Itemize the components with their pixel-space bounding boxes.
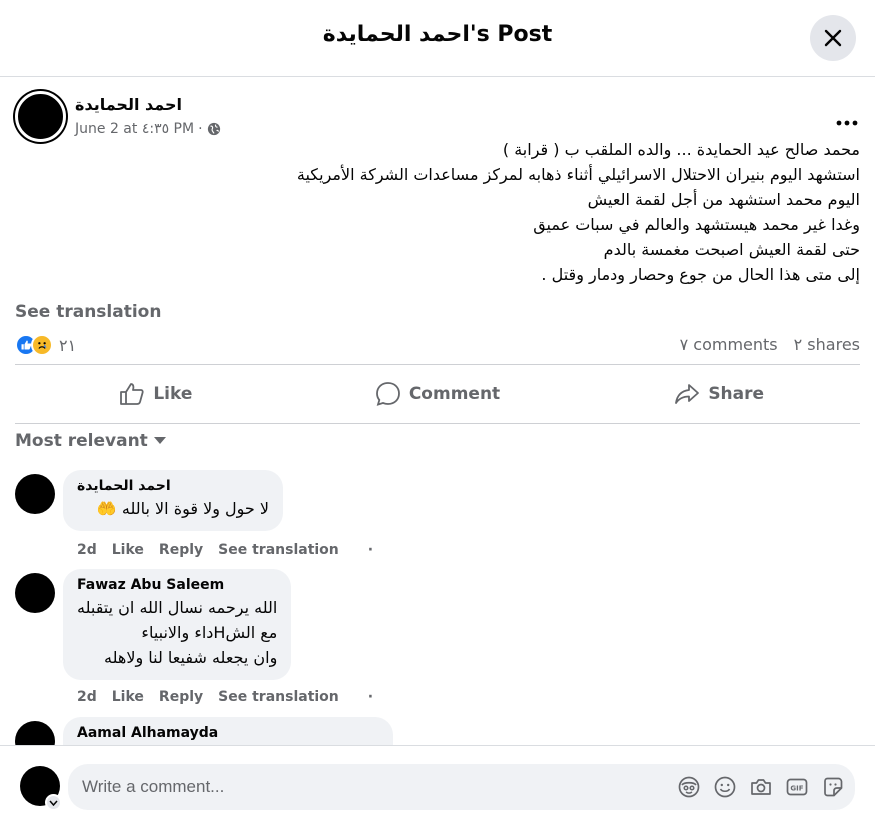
photo-button[interactable] — [749, 775, 773, 799]
comment-like-link[interactable]: Like — [112, 689, 144, 705]
post-line: وغدا غير محمد هيستشهد والعالم في سبات عم… — [533, 215, 860, 234]
comment-time[interactable]: 2d — [77, 542, 97, 558]
avatar-sticker-icon — [678, 776, 700, 798]
commenter-name[interactable]: Fawaz Abu Saleem — [77, 577, 277, 593]
comment-dot: · — [367, 689, 374, 705]
avatar-sticker-button[interactable] — [677, 775, 701, 799]
comments-count[interactable]: ٧ comments — [680, 335, 778, 354]
comment-bubble: Aamal Alhamayda — [63, 717, 393, 745]
emoji-icon — [714, 776, 736, 798]
gif-icon: GIF — [786, 778, 808, 796]
share-button[interactable]: Share — [578, 365, 860, 423]
comment-bubble: احمد الحمايدة لا حول ولا قوة الا بالله 🤲 — [63, 470, 283, 531]
post-line: اليوم محمد استشهد من أجل لقمة العيش — [587, 190, 860, 209]
comment-time[interactable]: 2d — [77, 689, 97, 705]
comment-translate-link[interactable]: See translation — [218, 689, 339, 705]
comment-text-line: مع الشHداء والانبياء — [141, 623, 278, 642]
share-icon — [675, 384, 700, 404]
svg-text:GIF: GIF — [790, 785, 803, 793]
sticker-icon — [824, 777, 843, 797]
comment-reply-link[interactable]: Reply — [159, 689, 203, 705]
comment-like-link[interactable]: Like — [112, 542, 144, 558]
commenter-name[interactable]: Aamal Alhamayda — [77, 725, 379, 741]
globe-icon — [207, 122, 220, 136]
engagement-counts: ٧ comments ٢ shares — [680, 335, 860, 354]
like-label: Like — [153, 384, 193, 404]
meta-separator: · — [198, 121, 203, 137]
post-dialog-header: احمد الحمايدة's Post — [0, 0, 875, 77]
post-scroll-area[interactable]: احمد الحمايدة June 2 at ٤:٣٥ PM · محمد ص… — [0, 77, 875, 745]
more-icon — [836, 120, 858, 126]
close-button[interactable] — [810, 15, 856, 61]
comment-icon — [375, 382, 400, 406]
sort-label: Most relevant — [15, 431, 148, 451]
gif-button[interactable]: GIF — [785, 775, 809, 799]
emoji-button[interactable] — [713, 775, 737, 799]
share-label: Share — [708, 384, 765, 404]
commenter-avatar[interactable] — [15, 721, 55, 745]
shares-count[interactable]: ٢ shares — [794, 335, 860, 354]
comment-text-line: الله يرحمه نسال الله ان يتقبله — [77, 598, 278, 617]
camera-icon — [751, 779, 771, 795]
commenter-avatar[interactable] — [15, 474, 55, 514]
close-icon — [824, 29, 842, 47]
sad-reaction-icon — [31, 334, 53, 356]
comment-input-box: GIF — [68, 764, 855, 810]
caret-down-icon — [153, 437, 166, 444]
see-translation-link[interactable]: See translation — [15, 302, 161, 322]
comment-bubble: Fawaz Abu Saleem الله يرحمه نسال الله ان… — [63, 569, 292, 680]
comment-actions: 2d Like Reply See translation · — [77, 542, 373, 558]
reactions-summary[interactable]: ٢١ — [15, 334, 76, 356]
thumbs-up-icon — [120, 383, 144, 405]
author-avatar[interactable] — [15, 91, 66, 142]
post-timestamp[interactable]: June 2 at ٤:٣٥ PM — [75, 121, 194, 137]
author-name[interactable]: احمد الحمايدة — [75, 95, 182, 114]
comment-actions: 2d Like Reply See translation · — [77, 689, 373, 705]
comment-reply-link[interactable]: Reply — [159, 542, 203, 558]
composer-tools: GIF — [677, 775, 845, 799]
profile-switcher-button[interactable] — [45, 794, 62, 811]
post-line: محمد صالح عيد الحمايدة ... والده الملقب … — [502, 140, 860, 159]
post-text: محمد صالح عيد الحمايدة ... والده الملقب … — [15, 137, 860, 287]
reaction-count[interactable]: ٢١ — [59, 336, 76, 355]
post-meta: June 2 at ٤:٣٥ PM · — [75, 121, 221, 137]
comment-text-line: وان يجعله شفيعا لنا ولاهله — [104, 648, 278, 667]
comment-button[interactable]: Comment — [297, 365, 579, 423]
comment-sort-dropdown[interactable]: Most relevant — [15, 431, 166, 451]
post-action-bar: Like Comment Share — [15, 364, 860, 424]
commenter-avatar[interactable] — [15, 573, 55, 613]
sticker-button[interactable] — [821, 775, 845, 799]
chevron-down-icon — [49, 800, 58, 806]
more-options-button[interactable] — [829, 105, 865, 141]
post-stats: ٢١ ٧ comments ٢ shares — [15, 331, 860, 359]
comment-dot: · — [367, 542, 374, 558]
comment-label: Comment — [408, 384, 501, 404]
comment-input[interactable] — [82, 774, 642, 800]
like-button[interactable]: Like — [15, 365, 297, 423]
dialog-title: احمد الحمايدة's Post — [322, 22, 553, 47]
comment-text: لا حول ولا قوة الا بالله 🤲 — [96, 499, 269, 518]
comment-composer: GIF — [0, 745, 875, 832]
commenter-name[interactable]: احمد الحمايدة — [77, 478, 269, 494]
post-line: حتى لقمة العيش اصبحت مغمسة بالدم — [603, 240, 860, 259]
post-header: احمد الحمايدة June 2 at ٤:٣٥ PM · — [15, 91, 865, 143]
post-line: استشهد اليوم بنيران الاحتلال الاسرائيلي … — [296, 165, 860, 184]
post-line: إلى متى هذا الحال من جوع وحصار ودمار وقت… — [541, 265, 860, 284]
comment-translate-link[interactable]: See translation — [218, 542, 339, 558]
